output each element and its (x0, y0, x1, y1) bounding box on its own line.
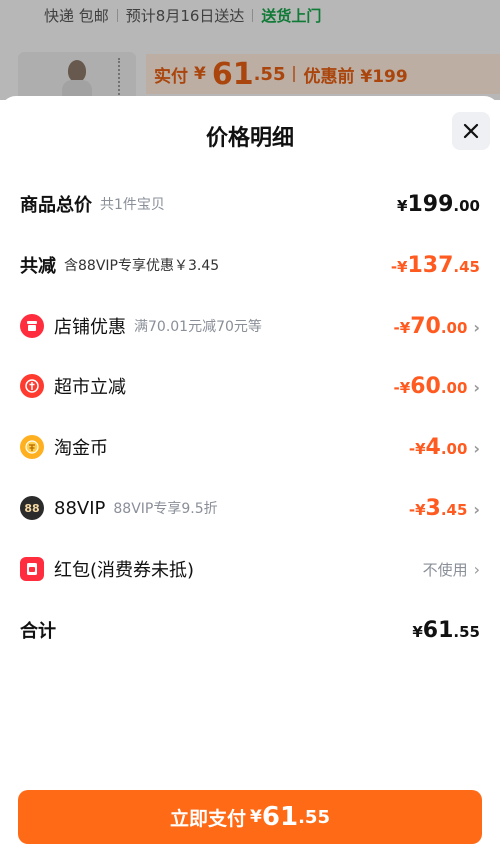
status-text: 不使用 (422, 560, 468, 579)
currency-symbol: ¥ (399, 318, 411, 337)
currency-symbol: ¥ (415, 500, 426, 519)
pay-now-button[interactable]: 立即支付 ¥ 61 .55 (18, 790, 482, 844)
row-title: 商品总价 (20, 195, 92, 216)
amount-dec: .00 (440, 318, 468, 337)
amount-int: 70 (410, 313, 441, 339)
row-subtitle: 含88VIP专享优惠￥3.45 (64, 258, 220, 274)
amount-dec: .00 (440, 378, 468, 397)
currency-symbol: ¥ (397, 196, 408, 215)
row-red-packet[interactable]: 红包(消费券未抵) 不使用 › (0, 549, 500, 589)
pay-button-label: 立即支付 (170, 807, 247, 830)
row-supermarket-discount[interactable]: 超市立减 - ¥ 60 .00 › (0, 366, 500, 406)
amount-dec: .45 (453, 257, 480, 276)
row-subtitle: 共1件宝贝 (100, 197, 165, 213)
row-title: 共减 (20, 256, 56, 277)
currency-symbol: ¥ (412, 622, 423, 641)
chevron-right-icon: › (473, 317, 480, 337)
row-title: 合计 (20, 621, 56, 642)
amount-int: 61 (261, 802, 299, 832)
row-subtitle: 88VIP专享9.5折 (113, 501, 218, 517)
chevron-right-icon: › (473, 377, 480, 397)
row-subtotal: 商品总价 共1件宝贝 ¥ 199 .00 (0, 184, 500, 224)
supermarket-icon (20, 374, 44, 398)
amount-int: 137 (407, 252, 454, 278)
amount-dec: .55 (453, 622, 480, 641)
amount-int: 199 (407, 191, 454, 217)
row-amount: ¥ 61 .55 (412, 618, 480, 643)
modal-backdrop[interactable] (0, 0, 500, 100)
amount-int: 3 (425, 495, 441, 521)
chevron-right-icon: › (473, 559, 480, 579)
row-title: 88VIP (54, 497, 106, 519)
row-subtitle: 满70.01元减70元等 (134, 319, 262, 335)
row-amount: - ¥ 60 .00 › (394, 374, 480, 399)
red-packet-icon (20, 557, 44, 581)
amount-int: 60 (410, 373, 441, 399)
row-title: 淘金币 (54, 438, 108, 459)
row-total-discount: 共减 含88VIP专享优惠￥3.45 - ¥ 137 .45 (0, 245, 500, 285)
shop-icon (20, 314, 44, 338)
row-title: 红包(消费券未抵) (54, 560, 195, 581)
vip-icon: 88 (20, 496, 44, 520)
row-title: 店铺优惠 (54, 317, 126, 338)
row-shop-discount[interactable]: 店铺优惠 满70.01元减70元等 - ¥ 70 .00 › (0, 306, 500, 346)
row-status: 不使用 › (423, 559, 480, 580)
row-amount: - ¥ 70 .00 › (394, 314, 480, 339)
amount-dec: .45 (440, 500, 468, 519)
currency-symbol: ¥ (250, 807, 262, 827)
close-button[interactable] (452, 112, 490, 150)
amount-dec: .55 (298, 806, 330, 828)
row-amount: - ¥ 137 .45 (391, 253, 480, 278)
sheet-title: 价格明细 (205, 126, 294, 151)
currency-symbol: ¥ (415, 439, 426, 458)
chevron-right-icon: › (473, 438, 480, 458)
currency-symbol: ¥ (399, 378, 411, 397)
currency-symbol: ¥ (397, 257, 408, 276)
amount-int: 4 (425, 434, 441, 460)
amount-int: 61 (422, 617, 454, 643)
coin-icon (20, 435, 44, 459)
row-title: 超市立减 (54, 377, 126, 398)
row-amount: - ¥ 3 .45 › (409, 496, 480, 521)
chevron-right-icon: › (473, 499, 480, 519)
amount-dec: .00 (440, 439, 468, 458)
amount-dec: .00 (453, 196, 480, 215)
row-amount: ¥ 199 .00 (397, 192, 480, 217)
row-total: 合计 ¥ 61 .55 (0, 610, 500, 650)
price-detail-sheet: 价格明细 商品总价 共1件宝贝 ¥ 199 .00 共减 含88VIP专享优惠￥… (0, 96, 500, 852)
row-taojinbi[interactable]: 淘金币 - ¥ 4 .00 › (0, 427, 500, 467)
close-icon (463, 123, 479, 139)
row-amount: - ¥ 4 .00 › (409, 435, 480, 460)
row-88vip[interactable]: 88 88VIP 88VIP专享9.5折 - ¥ 3 .45 › (0, 488, 500, 528)
